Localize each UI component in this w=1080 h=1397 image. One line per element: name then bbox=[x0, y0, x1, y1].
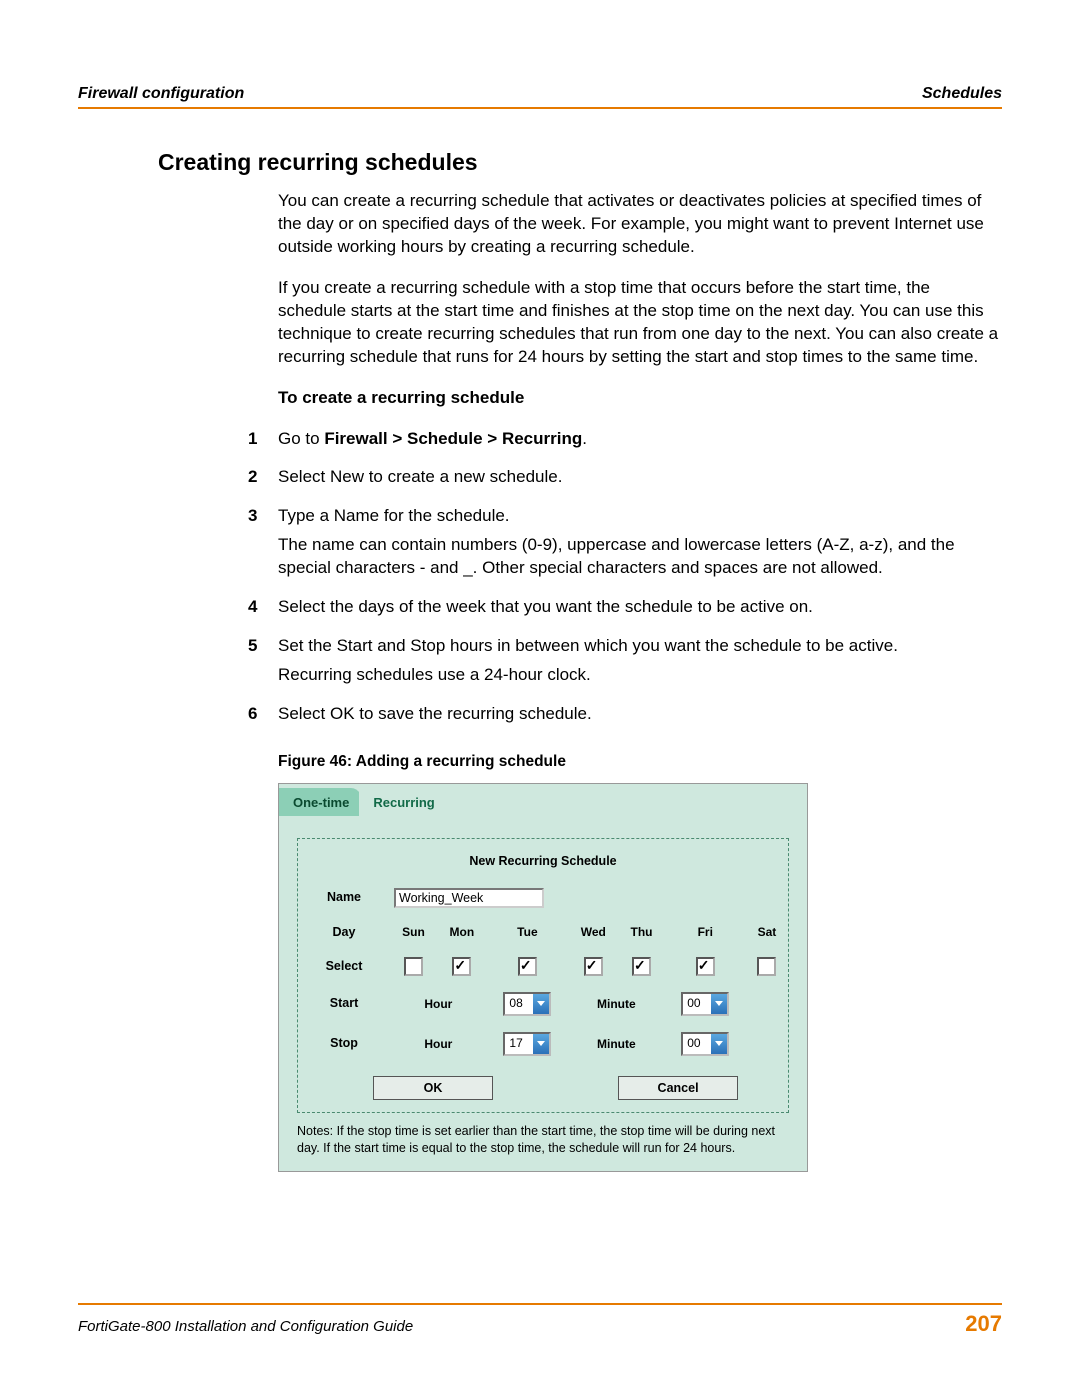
page-number: 207 bbox=[965, 1311, 1002, 1337]
day-heading-sun: Sun bbox=[390, 916, 437, 949]
stop-minute-label: Minute bbox=[568, 1024, 664, 1064]
start-hour-label: Hour bbox=[390, 984, 487, 1024]
start-minute-label: Minute bbox=[568, 984, 664, 1024]
cancel-button[interactable]: Cancel bbox=[618, 1076, 738, 1101]
step-line: Select New to create a new schedule. bbox=[278, 466, 1002, 489]
day-heading-fri: Fri bbox=[665, 916, 746, 949]
day-heading-mon: Mon bbox=[437, 916, 487, 949]
step-line: Go to Firewall > Schedule > Recurring. bbox=[278, 428, 1002, 451]
checkbox-fri[interactable] bbox=[696, 957, 715, 976]
step-3: 3 Type a Name for the schedule. The name… bbox=[278, 505, 1002, 586]
start-hour-select[interactable]: 08 bbox=[503, 992, 551, 1016]
chevron-down-icon bbox=[533, 1034, 549, 1054]
procedure-title: To create a recurring schedule bbox=[278, 387, 1002, 410]
step-number: 1 bbox=[248, 428, 278, 457]
start-minute-select[interactable]: 00 bbox=[681, 992, 729, 1016]
chevron-down-icon bbox=[711, 1034, 727, 1054]
step-6: 6 Select OK to save the recurring schedu… bbox=[278, 703, 1002, 732]
step-line: Select OK to save the recurring schedule… bbox=[278, 703, 1002, 726]
step-line: Type a Name for the schedule. bbox=[278, 505, 1002, 528]
checkbox-sun[interactable] bbox=[404, 957, 423, 976]
name-label: Name bbox=[298, 880, 390, 916]
step-5: 5 Set the Start and Stop hours in betwee… bbox=[278, 635, 1002, 693]
step-line: The name can contain numbers (0-9), uppe… bbox=[278, 534, 1002, 580]
tab-one-time[interactable]: One-time bbox=[279, 788, 365, 816]
section-title: Creating recurring schedules bbox=[158, 149, 1002, 176]
schedule-dialog: One-time Recurring New Recurring Schedul… bbox=[278, 783, 808, 1172]
intro-para-1: You can create a recurring schedule that… bbox=[278, 190, 1002, 259]
stop-label: Stop bbox=[298, 1024, 390, 1064]
intro-para-2: If you create a recurring schedule with … bbox=[278, 277, 1002, 369]
checkbox-tue[interactable] bbox=[518, 957, 537, 976]
step-number: 6 bbox=[248, 703, 278, 732]
chevron-down-icon bbox=[533, 994, 549, 1014]
step-line: Recurring schedules use a 24-hour clock. bbox=[278, 664, 1002, 687]
header-right: Schedules bbox=[922, 85, 1002, 103]
checkbox-mon[interactable] bbox=[452, 957, 471, 976]
figure-caption: Figure 46: Adding a recurring schedule bbox=[278, 752, 1002, 773]
panel-title: New Recurring Schedule bbox=[298, 839, 788, 880]
step-number: 3 bbox=[248, 505, 278, 586]
checkbox-sat[interactable] bbox=[757, 957, 776, 976]
step-2: 2 Select New to create a new schedule. bbox=[278, 466, 1002, 495]
header-left: Firewall configuration bbox=[78, 85, 244, 103]
step-1: 1 Go to Firewall > Schedule > Recurring. bbox=[278, 428, 1002, 457]
step-line: Select the days of the week that you wan… bbox=[278, 596, 1002, 619]
step-4: 4 Select the days of the week that you w… bbox=[278, 596, 1002, 625]
day-heading-thu: Thu bbox=[618, 916, 664, 949]
stop-minute-select[interactable]: 00 bbox=[681, 1032, 729, 1056]
tab-bar: One-time Recurring bbox=[279, 784, 807, 816]
name-input[interactable] bbox=[394, 888, 544, 908]
step-number: 5 bbox=[248, 635, 278, 693]
day-heading-wed: Wed bbox=[568, 916, 618, 949]
start-label: Start bbox=[298, 984, 390, 1024]
step-number: 4 bbox=[248, 596, 278, 625]
day-heading-tue: Tue bbox=[487, 916, 568, 949]
notes-text: Notes: If the stop time is set earlier t… bbox=[297, 1123, 789, 1157]
schedule-form: New Recurring Schedule Name Day Sun Mon … bbox=[297, 838, 789, 1114]
select-label: Select bbox=[298, 949, 390, 984]
step-line: Set the Start and Stop hours in between … bbox=[278, 635, 1002, 658]
ok-button[interactable]: OK bbox=[373, 1076, 493, 1101]
day-label: Day bbox=[298, 916, 390, 949]
checkbox-thu[interactable] bbox=[632, 957, 651, 976]
checkbox-wed[interactable] bbox=[584, 957, 603, 976]
day-heading-sat: Sat bbox=[746, 916, 788, 949]
chevron-down-icon bbox=[711, 994, 727, 1014]
step-number: 2 bbox=[248, 466, 278, 495]
tab-recurring[interactable]: Recurring bbox=[359, 788, 450, 816]
stop-hour-label: Hour bbox=[390, 1024, 487, 1064]
page-header: Firewall configuration Schedules bbox=[78, 85, 1002, 109]
footer-guide-title: FortiGate-800 Installation and Configura… bbox=[78, 1318, 413, 1335]
page-footer: FortiGate-800 Installation and Configura… bbox=[78, 1303, 1002, 1337]
stop-hour-select[interactable]: 17 bbox=[503, 1032, 551, 1056]
